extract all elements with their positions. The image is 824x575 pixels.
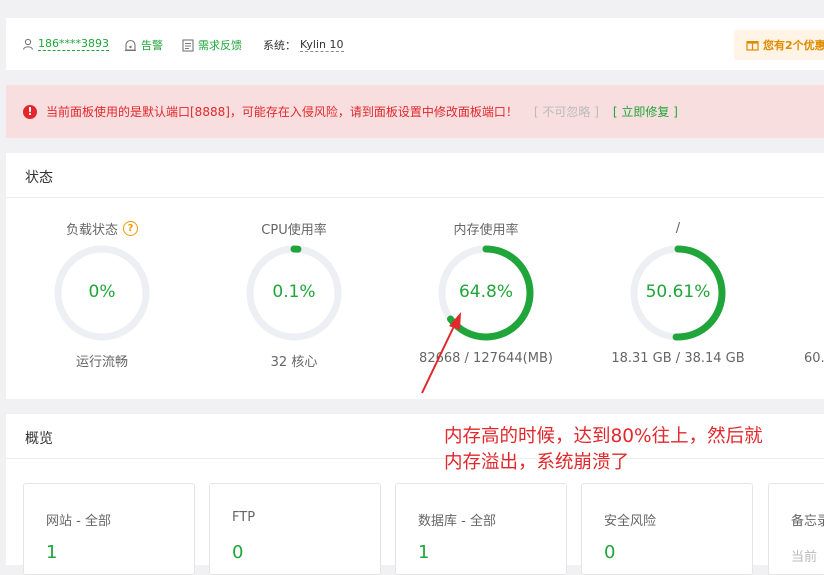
user-account[interactable]: 186****3893 [22, 37, 109, 51]
top-bar: 186****3893 告警 需求反馈 系统： Kylin 10 您有2个优惠 [6, 18, 824, 70]
user-phone[interactable]: 186****3893 [38, 37, 109, 51]
card-value[interactable]: 0 [232, 542, 243, 563]
card-value[interactable]: 1 [46, 542, 57, 563]
user-icon [22, 38, 34, 50]
card-value[interactable]: 0 [604, 542, 615, 563]
card-label: 网站 - 全部 [46, 514, 111, 529]
annotation-line-1: 内存高的时候，达到80%往上，然后就 [444, 426, 763, 447]
feedback-link[interactable]: 需求反馈 [182, 37, 242, 53]
gauge-subtext: 60. [804, 351, 824, 366]
overview-card-databases[interactable]: 数据库 - 全部 1 [395, 483, 567, 575]
alarm-label: 告警 [141, 39, 163, 52]
warning-icon: ! [23, 104, 37, 119]
gauge-disk-root[interactable]: / 50.61% 18.31 GB / 38.14 GB [608, 219, 748, 367]
promo-text: 您有2个优惠 [763, 39, 824, 52]
overview-card-ftp[interactable]: FTP 0 [209, 483, 381, 575]
feedback-icon [182, 38, 194, 52]
overview-title: 概览 [25, 431, 53, 447]
feedback-label: 需求反馈 [198, 39, 242, 52]
gauge-load[interactable]: 负载状态 ? 0% 运行流畅 [32, 219, 172, 370]
card-subtext: 当前 [791, 550, 818, 565]
gauge-label: CPU使用率 [261, 222, 327, 238]
gauge-value: 50.61% [645, 282, 711, 302]
card-label: FTP [232, 510, 256, 525]
gauge-ring: 0.1% [244, 243, 344, 343]
gauge-value: 0.1% [272, 282, 316, 302]
status-divider [6, 197, 824, 198]
gauge-label: 负载状态 [65, 222, 118, 238]
promo-banner[interactable]: 您有2个优惠 [734, 30, 824, 60]
alert-fix-link[interactable]: [ 立即修复 ] [613, 103, 678, 120]
gauge-label: 内存使用率 [453, 222, 519, 238]
alarm-link[interactable]: 告警 [124, 37, 163, 53]
alarm-icon [125, 39, 136, 51]
alert-message: 当前面板使用的是默认端口[8888]，可能存在入侵风险，请到面板设置中修改面板端… [46, 105, 518, 119]
annotation-note: 内存高的时候，达到80%往上，然后就 内存溢出，系统崩溃了 [444, 424, 763, 476]
gauge-cpu[interactable]: CPU使用率 0.1% 32 核心 [224, 219, 364, 370]
card-label: 数据库 - 全部 [418, 514, 496, 529]
system-info: 系统： Kylin 10 [263, 37, 344, 53]
gauge-partial[interactable]: 60. [774, 219, 824, 366]
overview-card-memo[interactable]: 备忘录 当前 [768, 483, 824, 575]
status-panel: 状态 负载状态 ? 0% 运行流畅 CPU使用率 0.1% 32 核心 内存使用… [6, 153, 824, 399]
gift-icon [746, 41, 759, 51]
gauge-label: / [675, 220, 681, 236]
gauge-subtext: 32 核心 [270, 355, 318, 370]
gauge-value: 0% [88, 282, 116, 302]
gauge-subtext: 82668 / 127644(MB) [419, 351, 553, 366]
gauge-value: 64.8% [458, 282, 513, 302]
annotation-line-2: 内存溢出，系统崩溃了 [444, 452, 630, 473]
help-icon[interactable]: ? [123, 220, 138, 236]
gauge-ring: 50.61% [628, 243, 728, 343]
gauge-subtext: 18.31 GB / 38.14 GB [611, 351, 745, 366]
gauge-ring: 0% [52, 243, 152, 343]
system-value: Kylin 10 [300, 38, 344, 52]
gauge-ring: 64.8% [436, 243, 536, 343]
overview-card-sites[interactable]: 网站 - 全部 1 [23, 483, 195, 575]
status-title: 状态 [25, 170, 53, 186]
overview-card-security[interactable]: 安全风险 0 [581, 483, 753, 575]
gauge-subtext: 运行流畅 [75, 355, 128, 370]
port-warning-alert: ! 当前面板使用的是默认端口[8888]，可能存在入侵风险，请到面板设置中修改面… [6, 85, 824, 138]
card-label: 安全风险 [604, 514, 657, 529]
gauge-memory[interactable]: 内存使用率 64.8% 82668 / 127644(MB) [416, 219, 556, 367]
alert-ignore-link: [ 不可忽略 ] [533, 105, 599, 119]
card-value[interactable]: 1 [418, 542, 429, 563]
gauge-label [774, 219, 824, 237]
system-label: 系统： [263, 39, 296, 52]
card-label: 备忘录 [791, 514, 824, 529]
